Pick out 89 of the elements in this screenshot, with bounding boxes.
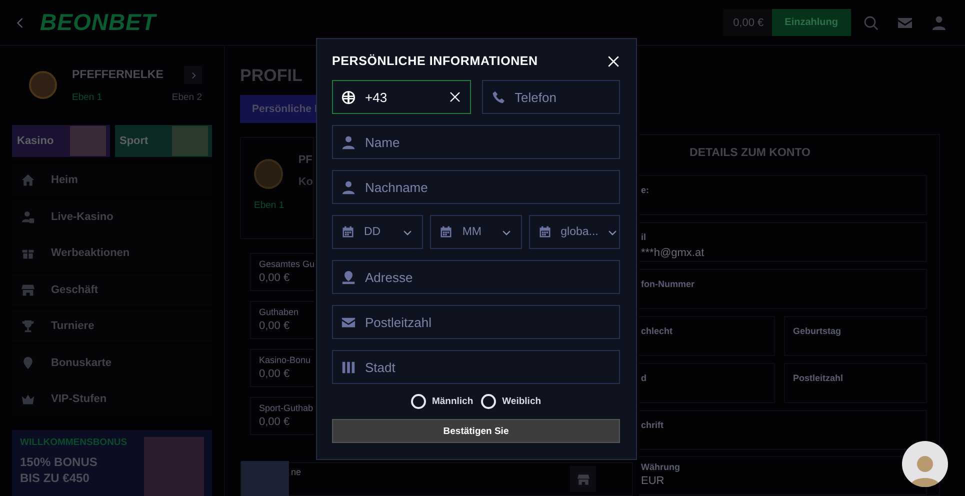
radio-button[interactable] xyxy=(481,394,496,409)
bars-icon xyxy=(341,360,356,374)
close-button[interactable] xyxy=(607,54,620,68)
current-level: Eben 1 xyxy=(72,92,102,103)
radio-label: Männlich xyxy=(432,396,474,407)
map-pin-icon xyxy=(21,356,35,370)
balance-display: 0,00 € xyxy=(723,9,772,36)
input-field[interactable]: Stadt xyxy=(332,350,620,384)
phone-field[interactable]: Telefon xyxy=(482,80,620,114)
user-icon[interactable] xyxy=(931,14,947,30)
level-coin-icon xyxy=(254,159,284,189)
field-label: Währung xyxy=(641,462,681,472)
balance-value: 0,00 € xyxy=(259,368,291,380)
input-field[interactable]: Name xyxy=(332,125,620,159)
field-label: Postleitzahl xyxy=(793,372,844,383)
map-pin-icon xyxy=(341,270,356,284)
field-label: fon-Nummer xyxy=(641,278,696,289)
balance-label: Guthaben xyxy=(259,307,300,317)
field-label: Geburtstag xyxy=(793,326,842,336)
input-field[interactable]: Nachname xyxy=(332,170,620,204)
country-field[interactable]: +43 xyxy=(332,80,470,114)
text-input[interactable]: Nachname xyxy=(365,180,610,194)
trophy-icon xyxy=(21,319,35,333)
radio-button[interactable] xyxy=(410,394,426,409)
date-select[interactable]: globa... xyxy=(528,215,620,249)
chest-placeholder xyxy=(144,437,204,496)
input-field[interactable]: Postleitzahl xyxy=(332,305,620,339)
country-input[interactable]: +43 xyxy=(365,90,440,104)
field-value: EUR xyxy=(641,474,666,487)
submit-button[interactable]: Bestätigen Sie xyxy=(332,419,620,443)
balance-label: Gesamtes Gu xyxy=(259,259,314,269)
text-input[interactable]: Name xyxy=(365,134,610,150)
category-tile[interactable]: Sport xyxy=(114,125,212,157)
balance-label: ne xyxy=(291,467,302,477)
globe-icon xyxy=(341,90,356,104)
phone-icon xyxy=(490,90,506,104)
banner-headline: 150% BONUS BIS ZU €450 xyxy=(20,454,98,486)
text-input[interactable]: Postleitzahl xyxy=(365,314,610,330)
balance-label: Kasino-Bonu xyxy=(259,355,312,365)
balance-value: 0,00 € xyxy=(259,272,291,284)
modal-title: PERSÖNLICHE INFORMATIONEN xyxy=(332,54,538,68)
user-icon xyxy=(341,134,356,150)
casino-art-placeholder xyxy=(70,126,106,156)
balance-label: Sport-Guthab xyxy=(259,403,314,413)
category-tile[interactable]: Kasino xyxy=(12,125,110,157)
sport-art-placeholder xyxy=(172,126,208,156)
chest-placeholder xyxy=(241,461,289,496)
calendar-icon xyxy=(538,225,552,239)
bonus-banner[interactable]: WILLKOMMENSBONUS 150% BONUS BIS ZU €450 xyxy=(12,430,212,496)
field-label: e: xyxy=(641,184,650,195)
phone-input[interactable]: Telefon xyxy=(514,90,610,104)
logo[interactable]: BEONBET xyxy=(40,9,156,36)
deposit-button[interactable]: Einzahlung xyxy=(772,9,851,36)
profile-name: PF xyxy=(298,154,313,166)
search-icon[interactable] xyxy=(863,14,879,30)
username: PFEFFERNELKE xyxy=(72,69,164,81)
field-value: ***h@gmx.at xyxy=(641,246,706,259)
next-level: Eben 2 xyxy=(172,92,202,103)
calendar-icon xyxy=(439,225,454,239)
shop-icon xyxy=(576,472,590,486)
section-title: DETAILS ZUM KONTO xyxy=(688,147,812,161)
input-field[interactable]: Adresse xyxy=(332,260,620,294)
date-select[interactable]: MM xyxy=(430,215,522,249)
field-label: d xyxy=(641,372,648,383)
field-label: chrift xyxy=(641,420,664,430)
clear-icon xyxy=(448,91,460,103)
level-coin-icon xyxy=(29,70,57,98)
text-input[interactable]: Stadt xyxy=(365,360,610,374)
text-input[interactable]: Adresse xyxy=(365,270,610,284)
shop-button[interactable] xyxy=(570,466,596,492)
profile-level: Eben 1 xyxy=(254,200,286,211)
home-icon xyxy=(21,173,35,187)
banner-eyebrow: WILLKOMMENSBONUS xyxy=(20,437,128,448)
chat-avatar[interactable] xyxy=(902,441,948,487)
clear-button[interactable] xyxy=(448,91,460,103)
radio-label: Weiblich xyxy=(502,396,542,407)
close-icon xyxy=(607,54,620,68)
calendar-icon xyxy=(341,225,355,239)
shop-icon xyxy=(21,282,35,296)
date-select[interactable]: DD xyxy=(332,215,424,249)
field-label: il xyxy=(641,232,648,242)
field-label: chlecht xyxy=(641,326,674,336)
crown-icon xyxy=(21,392,35,406)
user-icon xyxy=(341,180,356,194)
user-badge-icon xyxy=(21,210,35,224)
page-title: PROFIL xyxy=(240,65,302,87)
balance-value: 0,00 € xyxy=(259,416,291,428)
balance-value: 0,00 € xyxy=(259,320,291,332)
person-silhouette-icon xyxy=(910,453,940,487)
